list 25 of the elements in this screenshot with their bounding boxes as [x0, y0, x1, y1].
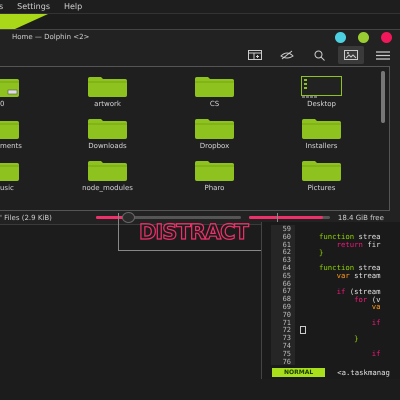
- desktop-preview-icon: [301, 76, 342, 98]
- toolbar-button[interactable]: [338, 46, 364, 64]
- folder-icon: [194, 76, 235, 98]
- zoom-slider-thumb[interactable]: [122, 212, 135, 223]
- menu-icon: [376, 50, 390, 60]
- lime-triangle-shape: [0, 14, 48, 29]
- folder-icon: [87, 76, 128, 98]
- folder-icon: [194, 118, 235, 140]
- search-icon: [314, 50, 324, 60]
- window-control-dot[interactable]: [335, 32, 346, 42]
- folder-icon: [194, 160, 235, 182]
- folder-icon: [301, 160, 342, 182]
- folder-icon: [301, 118, 342, 140]
- hidden-eye-icon: [280, 50, 294, 60]
- folder-icon: [87, 118, 128, 140]
- window-control-dot[interactable]: [381, 32, 392, 42]
- window-control-dot[interactable]: [358, 32, 369, 42]
- image-preview-icon: [344, 50, 358, 60]
- menu-item[interactable]: Help: [64, 2, 82, 11]
- folder-icon: [87, 160, 128, 182]
- menu-item[interactable]: Settings: [17, 2, 50, 11]
- split-view-icon: [248, 50, 262, 60]
- text-cursor-icon: [300, 326, 306, 334]
- poster-title: DISTRACT: [139, 220, 248, 244]
- scrollbar-thumb[interactable]: [381, 71, 385, 123]
